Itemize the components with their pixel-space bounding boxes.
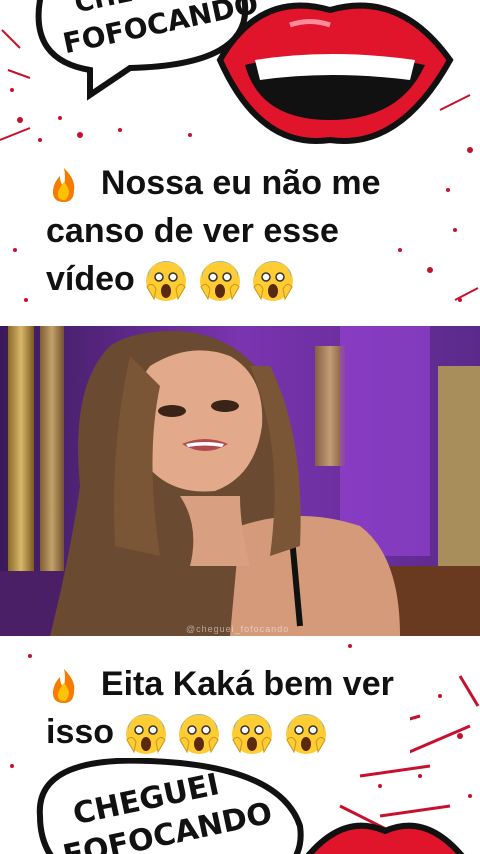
video-frame[interactable]: @cheguei_fofocando (0, 326, 480, 636)
bottom-caption-line-2: isso (46, 713, 115, 751)
bottom-banner: CHEGUEI FOFOCANDO Eita Kaká bem ver isso (0, 636, 480, 854)
top-banner: CHEGUEI FOFOCANDO Nossa eu não me canso … (0, 0, 480, 326)
top-caption-line-3: vídeo (46, 260, 135, 298)
top-caption-line-1: Nossa eu não me (100, 164, 381, 202)
face-screaming-in-fear-emoji-icon (232, 714, 273, 755)
bottom-caption: Eita Kaká bem ver isso (34, 658, 410, 759)
red-lips-icon (305, 822, 465, 854)
video-still-image (0, 326, 480, 636)
face-screaming-in-fear-emoji-icon (178, 714, 219, 755)
bottom-caption-line-1: Eita Kaká bem ver (100, 665, 394, 703)
face-screaming-in-fear-emoji-icon (199, 261, 240, 302)
fire-emoji-icon (52, 669, 75, 704)
video-watermark: @cheguei_fofocando (186, 624, 290, 634)
face-screaming-in-fear-emoji-icon (146, 261, 187, 302)
face-screaming-in-fear-emoji-icon (285, 714, 326, 755)
face-screaming-in-fear-emoji-icon (125, 714, 166, 755)
fire-emoji-icon (52, 168, 75, 203)
red-lips-icon (216, 2, 454, 144)
top-caption: Nossa eu não me canso de ver esse vídeo (34, 157, 397, 306)
face-screaming-in-fear-emoji-icon (253, 261, 294, 302)
speech-bubble-logo: CHEGUEI FOFOCANDO (20, 756, 320, 854)
top-caption-line-2: canso de ver esse (46, 212, 339, 250)
